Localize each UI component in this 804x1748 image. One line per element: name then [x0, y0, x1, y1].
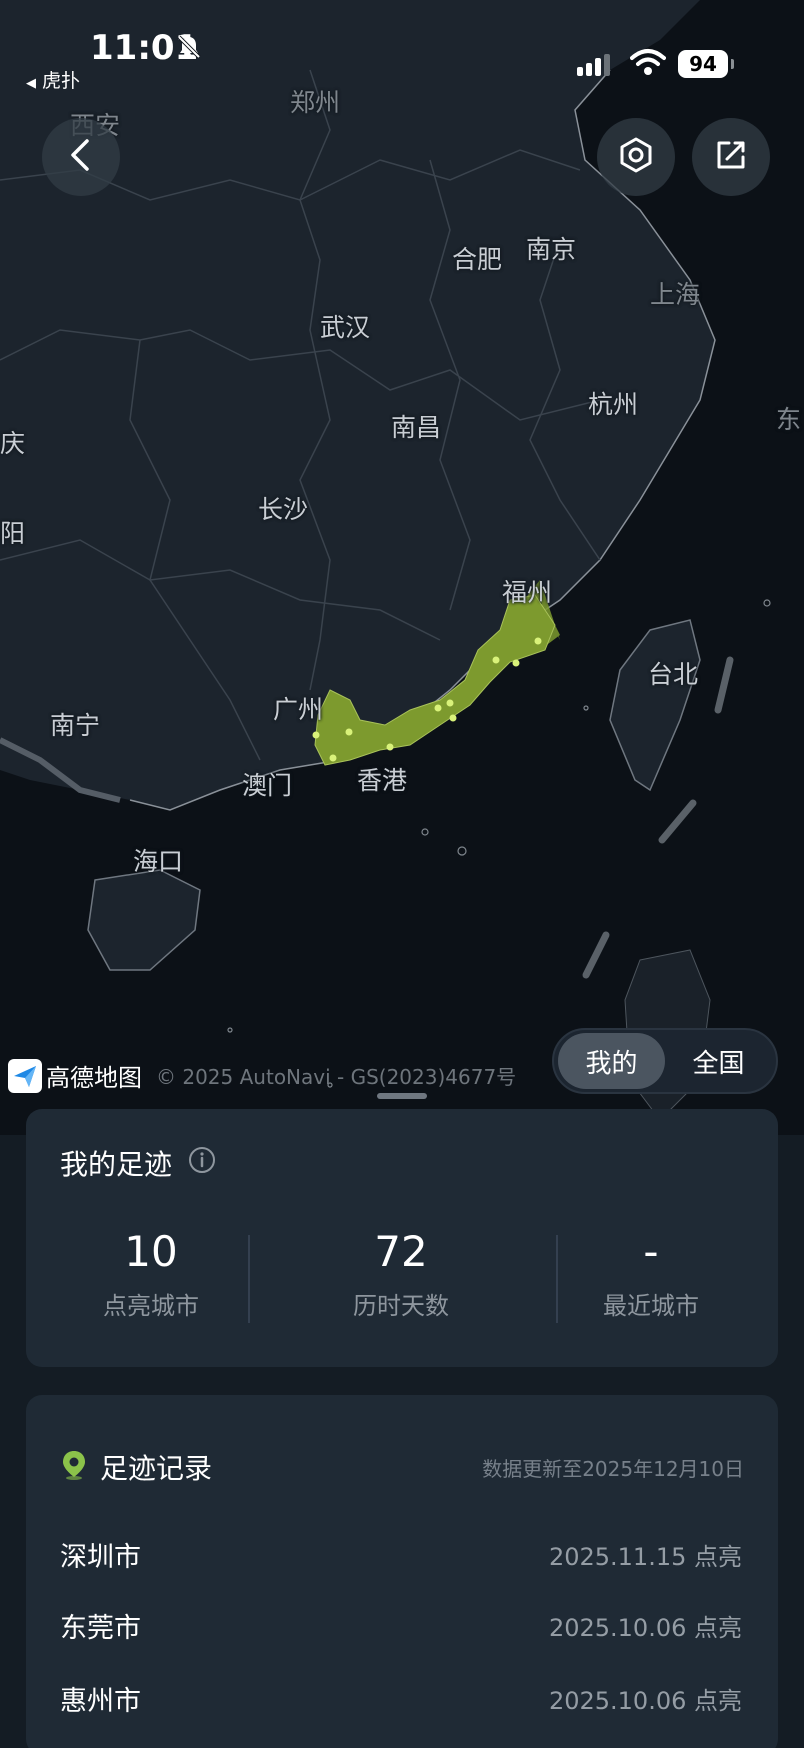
map-view[interactable]: 郑州 西安 合肥 南京 上海 武汉 杭州 南昌 长沙 福州 台北 广州 南宁 澳…	[0, 0, 804, 1135]
record-city: 东莞市	[60, 1613, 141, 1644]
back-to-app[interactable]: ◀ 虎扑	[26, 66, 80, 93]
stat-value: -	[643, 1227, 659, 1276]
map-attribution: 高德地图 © 2025 AutoNavi - GS(2023)4677号	[8, 1058, 516, 1093]
city-label-partial-dong: 东	[776, 405, 802, 434]
share-button[interactable]	[692, 118, 770, 196]
city-label-taipei: 台北	[648, 660, 699, 689]
record-date: 2025.10.06 点亮	[548, 1687, 742, 1715]
share-icon	[711, 135, 751, 179]
record-date: 2025.11.15 点亮	[548, 1543, 742, 1571]
city-label-wuhan: 武汉	[320, 313, 371, 342]
map-copyright: © 2025 AutoNavi - GS(2023)4677号	[156, 1065, 517, 1089]
back-button[interactable]	[42, 118, 120, 196]
city-label-zhengzhou: 郑州	[290, 88, 341, 117]
toggle-mine[interactable]: 我的	[558, 1033, 665, 1089]
city-label-nanning: 南宁	[50, 711, 101, 740]
records-updated-date: 数据更新至2025年12月10日	[482, 1456, 744, 1481]
stats-title: 我的足迹	[60, 1143, 216, 1183]
city-label-partial-yang: 阳	[0, 519, 26, 548]
city-label-hefei: 合肥	[452, 245, 503, 274]
city-label-partial-qing: 庆	[0, 429, 26, 458]
footprint-records-card: 足迹记录 数据更新至2025年12月10日 深圳市 2025.11.15 点亮 …	[26, 1395, 778, 1748]
city-label-hongkong: 香港	[357, 766, 408, 795]
city-label-changsha: 长沙	[258, 495, 309, 524]
amap-brand: 高德地图	[46, 1064, 142, 1092]
stat-label: 点亮城市	[103, 1292, 199, 1320]
settings-button[interactable]	[597, 118, 675, 196]
sheet-drag-handle[interactable]	[377, 1093, 427, 1099]
record-row[interactable]: 惠州市 2025.10.06 点亮	[60, 1679, 742, 1718]
back-triangle-icon: ◀	[26, 76, 36, 91]
city-label-fuzhou: 福州	[502, 578, 553, 607]
record-date: 2025.10.06 点亮	[548, 1614, 742, 1642]
divider	[248, 1235, 250, 1323]
record-row[interactable]: 深圳市 2025.11.15 点亮	[60, 1535, 742, 1574]
records-header: 足迹记录 数据更新至2025年12月10日	[60, 1447, 744, 1487]
city-label-nanjing: 南京	[526, 235, 577, 264]
footprint-stats-card: 我的足迹 10 点亮城市 72 历时天数 - 最近城市	[26, 1109, 778, 1367]
hexagon-settings-icon	[616, 135, 656, 179]
city-label-macau: 澳门	[242, 771, 293, 800]
record-row[interactable]: 东莞市 2025.10.06 点亮	[60, 1606, 742, 1645]
city-label-hangzhou: 杭州	[588, 390, 639, 419]
stat-value: 10	[124, 1227, 178, 1276]
footprint-screen: 郑州 西安 合肥 南京 上海 武汉 杭州 南昌 长沙 福州 台北 广州 南宁 澳…	[0, 0, 804, 1748]
bell-muted-icon	[176, 34, 202, 64]
amap-logo-icon	[8, 1058, 42, 1093]
map-canvas	[0, 0, 804, 1135]
battery-indicator: 94	[678, 50, 734, 78]
city-label-guangzhou: 广州	[273, 695, 324, 724]
wifi-icon	[630, 48, 666, 82]
city-label-haikou: 海口	[133, 847, 184, 876]
toggle-national[interactable]: 全国	[665, 1033, 772, 1089]
scope-toggle[interactable]: 我的 全国	[552, 1028, 778, 1094]
back-app-label: 虎扑	[42, 70, 81, 92]
info-icon[interactable]	[188, 1146, 216, 1181]
stat-days: 72 历时天数	[276, 1227, 526, 1321]
stat-lit-cities: 10 点亮城市	[26, 1227, 276, 1321]
signal-icon	[575, 52, 615, 82]
record-city: 深圳市	[60, 1542, 141, 1573]
stats-title-text: 我的足迹	[60, 1148, 173, 1181]
chevron-left-icon	[67, 137, 95, 177]
records-title: 足迹记录	[100, 1452, 213, 1485]
stat-label: 最近城市	[603, 1292, 699, 1320]
record-city: 惠州市	[60, 1686, 141, 1717]
city-label-shanghai: 上海	[650, 280, 701, 309]
stat-value: 72	[374, 1227, 428, 1276]
stat-label: 历时天数	[353, 1292, 449, 1320]
city-label-nanchang: 南昌	[391, 413, 442, 442]
location-pin-icon	[60, 1449, 88, 1485]
stat-recent-city: - 最近城市	[526, 1227, 776, 1321]
